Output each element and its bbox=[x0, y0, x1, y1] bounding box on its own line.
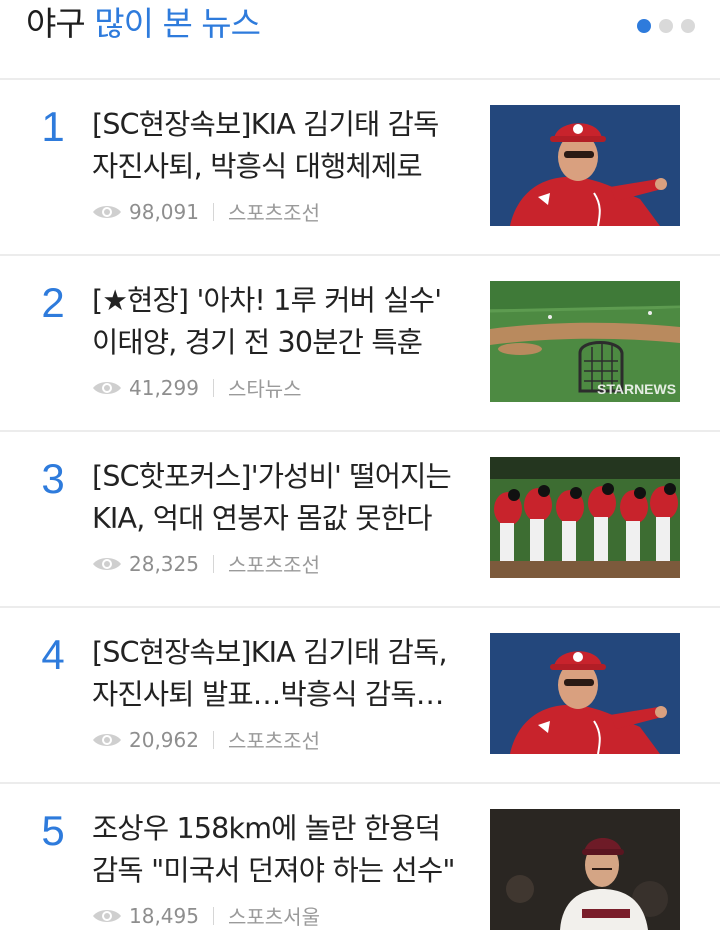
rank-number: 5 bbox=[41, 807, 65, 854]
news-item[interactable]: 3 [SC핫포커스]'가성비' 떨어지는 KIA, 억대 연봉자 몸값 못한다 … bbox=[0, 432, 720, 608]
view-count: 41,299 bbox=[129, 375, 199, 400]
news-source: 스포츠조선 bbox=[227, 553, 320, 577]
meta-divider bbox=[212, 554, 214, 573]
news-headline[interactable]: [SC핫포커스]'가성비' 떨어지는 KIA, 억대 연봉자 몸값 못한다 bbox=[92, 456, 462, 540]
news-source: 스타뉴스 bbox=[227, 377, 302, 401]
eye-icon bbox=[93, 909, 121, 922]
manager-photo bbox=[490, 105, 680, 226]
eye-icon bbox=[93, 381, 121, 394]
eye-icon bbox=[93, 733, 121, 746]
news-thumbnail[interactable] bbox=[490, 809, 680, 930]
section-title: 야구 많이 본 뉴스 bbox=[26, 2, 261, 46]
title-main: 많이 본 뉴스 bbox=[94, 4, 261, 43]
pitcher-photo bbox=[490, 809, 680, 930]
news-thumbnail[interactable] bbox=[490, 457, 680, 578]
section-header: 야구 많이 본 뉴스 bbox=[0, 0, 720, 80]
news-source: 스포츠서울 bbox=[227, 905, 320, 929]
news-item[interactable]: 2 [★현장] '아차! 1루 커버 실수' 이태양, 경기 전 30분간 특훈… bbox=[0, 256, 720, 432]
news-meta: 41,299 스타뉴스 bbox=[92, 373, 302, 402]
manager-photo bbox=[490, 633, 680, 754]
rank-number: 4 bbox=[41, 631, 65, 678]
meta-divider bbox=[212, 730, 214, 749]
page-indicator bbox=[637, 19, 695, 33]
news-meta: 18,495 스포츠서울 bbox=[92, 901, 320, 930]
starnews-watermark: STARNEWS bbox=[597, 381, 676, 397]
eye-icon bbox=[93, 205, 121, 218]
meta-divider bbox=[212, 202, 214, 221]
eye-icon bbox=[93, 557, 121, 570]
view-count: 28,325 bbox=[129, 551, 199, 576]
news-list: 1 [SC현장속보]KIA 김기태 감독 자진사퇴, 박흥식 대행체제로 98,… bbox=[0, 80, 720, 942]
title-prefix: 야구 bbox=[26, 4, 86, 43]
meta-divider bbox=[212, 906, 214, 925]
view-count: 20,962 bbox=[129, 727, 199, 752]
news-source: 스포츠조선 bbox=[227, 201, 320, 225]
view-count: 98,091 bbox=[129, 199, 199, 224]
news-source: 스포츠조선 bbox=[227, 729, 320, 753]
rank-number: 3 bbox=[41, 455, 65, 502]
news-item[interactable]: 1 [SC현장속보]KIA 김기태 감독 자진사퇴, 박흥식 대행체제로 98,… bbox=[0, 80, 720, 256]
page-dot-2[interactable] bbox=[659, 19, 673, 33]
rank-number: 1 bbox=[41, 103, 65, 150]
news-meta: 28,325 스포츠조선 bbox=[92, 549, 320, 578]
view-count: 18,495 bbox=[129, 903, 199, 928]
field-photo: STARNEWS bbox=[490, 281, 680, 402]
page-dot-1[interactable] bbox=[637, 19, 651, 33]
news-headline[interactable]: 조상우 158km에 놀란 한용덕 감독 "미국서 던져야 하는 선수" bbox=[92, 808, 462, 892]
news-headline[interactable]: [SC현장속보]KIA 김기태 감독 자진사퇴, 박흥식 대행체제로 bbox=[92, 104, 462, 188]
news-meta: 20,962 스포츠조선 bbox=[92, 725, 320, 754]
news-thumbnail[interactable]: STARNEWS bbox=[490, 281, 680, 402]
news-headline[interactable]: [★현장] '아차! 1루 커버 실수' 이태양, 경기 전 30분간 특훈 bbox=[92, 280, 462, 364]
news-item[interactable]: 4 [SC현장속보]KIA 김기태 감독, 자진사퇴 발표…박흥식 감독대행 2… bbox=[0, 608, 720, 784]
players-bowing-photo bbox=[490, 457, 680, 578]
news-headline[interactable]: [SC현장속보]KIA 김기태 감독, 자진사퇴 발표…박흥식 감독대행 bbox=[92, 632, 462, 716]
news-item[interactable]: 5 조상우 158km에 놀란 한용덕 감독 "미국서 던져야 하는 선수" 1… bbox=[0, 784, 720, 942]
page-dot-3[interactable] bbox=[681, 19, 695, 33]
meta-divider bbox=[212, 378, 214, 397]
news-meta: 98,091 스포츠조선 bbox=[92, 197, 320, 226]
news-thumbnail[interactable] bbox=[490, 633, 680, 754]
baseball-most-viewed-page: 야구 많이 본 뉴스 1 [SC현장속보]KIA 김기태 감독 자진사퇴, 박흥… bbox=[0, 0, 720, 942]
news-thumbnail[interactable] bbox=[490, 105, 680, 226]
rank-number: 2 bbox=[41, 279, 65, 326]
